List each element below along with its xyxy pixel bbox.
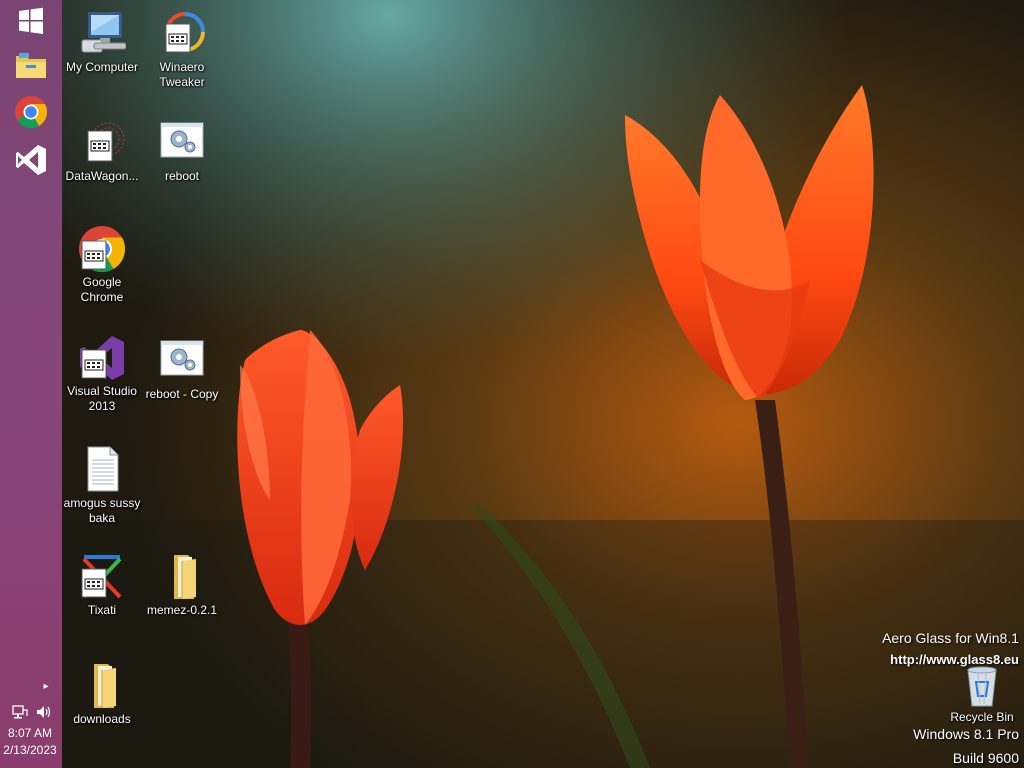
network-icon[interactable] [11,704,29,720]
desktop-icon-google-chrome[interactable]: Google Chrome [62,225,142,305]
tray-chevron-icon[interactable]: ▸ [38,678,54,694]
desktop-icon-label: reboot - Copy [145,387,219,401]
desktop-icon-tixati[interactable]: Tixati [62,553,142,618]
chrome-icon [14,95,48,129]
desktop-icon-label: DataWagon... [65,169,139,183]
chrome-shortcut-icon [78,225,126,273]
reboot-script-icon [158,119,206,167]
desktop-icon-label: My Computer [65,60,139,74]
desktop-icon-reboot[interactable]: reboot [142,119,222,184]
desktop-icon-label: Tixati [87,603,117,617]
desktop-icon-memez[interactable]: memez-0.2.1 [142,553,222,618]
desktop-icon-label: Winaero Tweaker [159,60,205,89]
my-computer-icon [78,10,126,58]
desktop-icon-label: reboot [164,169,200,183]
clock-date[interactable]: 2/13/2023 [0,743,60,757]
volume-icon[interactable] [35,704,53,720]
desktop-icon-visual-studio[interactable]: Visual Studio 2013 [62,334,142,414]
taskbar-file-explorer[interactable] [6,44,56,86]
visual-studio-shortcut-icon [78,334,126,382]
aero-glass-watermark: Aero Glass for Win8.1 [882,630,1019,646]
taskbar: ▸ 8:07 AM 2/13/2023 [0,0,62,768]
desktop-icon-label: Visual Studio 2013 [67,384,137,413]
winaero-tweaker-icon [158,10,206,58]
recycle-bin-icon [960,664,1004,708]
start-icon [17,7,45,35]
desktop-icon-my-computer[interactable]: My Computer [62,10,142,75]
clock-time[interactable]: 8:07 AM [0,726,60,740]
windows-build-text: Build 9600 [952,750,1019,766]
taskbar-chrome[interactable] [6,91,56,133]
desktop-icon-winaero-tweaker[interactable]: Winaero Tweaker [142,10,222,90]
aero-glass-url: http://www.glass8.eu [890,652,1019,667]
file-explorer-icon [14,50,48,80]
desktop-icon-label: memez-0.2.1 [146,603,218,617]
text-file-icon [78,446,126,494]
visual-studio-icon [14,143,48,177]
tixati-shortcut-icon [78,553,126,601]
reboot-script-icon [158,337,206,385]
desktop-icon-recycle-bin[interactable]: Recycle Bin [942,664,1022,725]
desktop-icon-label: Google Chrome [80,275,124,304]
desktop-icon-datawagon[interactable]: DataWagon... [62,119,142,184]
desktop-icon-label: downloads [73,712,131,726]
folder-icon [158,553,206,601]
windows-edition-text: Windows 8.1 Pro [913,726,1019,742]
desktop-icon-downloads[interactable]: downloads [62,662,142,727]
desktop-icon-label: amogus sussy baka [63,496,141,525]
datawagon-icon [78,119,126,167]
folder-icon [78,662,126,710]
desktop-icon-reboot-copy[interactable]: reboot - Copy [142,337,222,402]
desktop-icon-amogus-sussy-baka[interactable]: amogus sussy baka [62,446,142,526]
desktop-icon-label: Recycle Bin [950,710,1014,724]
taskbar-visual-studio[interactable] [6,139,56,181]
start-button[interactable] [6,0,56,42]
